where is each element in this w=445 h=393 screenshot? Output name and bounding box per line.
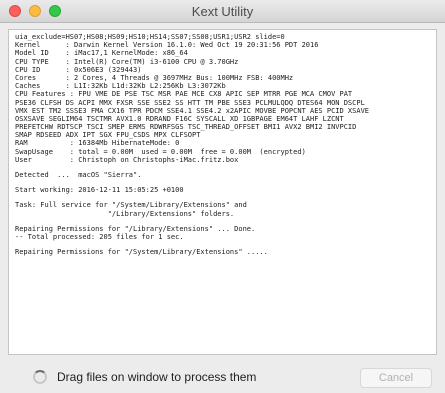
- cancel-button[interactable]: Cancel: [360, 368, 432, 388]
- log-line: Caches : L1I:32Kb L1d:32Kb L2:256Kb L3:3…: [15, 82, 226, 91]
- log-line: CPU Features : FPU VME DE PSE TSC MSR PA…: [15, 90, 353, 99]
- log-line: VMX EST TM2 SSSE3 FMA CX16 TPR PDCM SSE4…: [15, 106, 370, 115]
- log-line: OSXSAVE SEGLIM64 TSCTMR AVX1.0 RDRAND F1…: [15, 114, 344, 123]
- log-line: User : Christoph on Christophs-iMac.frit…: [15, 155, 239, 164]
- log-line: uia_exclude=HS07;HS08;HS09;HS10;HS14;SS0…: [15, 33, 285, 41]
- log-line: Model ID : iMac17,1 KernelMode: x86_64: [15, 49, 188, 58]
- log-line: SMAP RDSEED ADX IPT SGX FPU_CSDS MPX CLF…: [15, 131, 201, 140]
- status-text: Drag files on window to process them: [57, 370, 257, 384]
- title-bar[interactable]: Kext Utility: [0, 0, 445, 23]
- window-title: Kext Utility: [191, 4, 254, 19]
- log-line: Detected ... macOS "Sierra".: [15, 171, 142, 179]
- log-output-area[interactable]: uia_exclude=HS07;HS08;HS09;HS10;HS14;SS0…: [8, 29, 437, 355]
- log-line: RAM : 16384Mb HibernateMode: 0: [15, 139, 180, 148]
- log-line: -- Total processed: 205 files for 1 sec.: [15, 232, 184, 241]
- log-line: Repairing Permissions for "/System/Libra…: [15, 248, 268, 257]
- bottom-status-bar: Drag files on window to process them Can…: [0, 361, 445, 393]
- log-line: SwapUsage : total = 0.00M used = 0.00M f…: [15, 147, 306, 156]
- log-line: PREFETCHW RDTSCP TSCI SMEP ERMS RDWRFSGS…: [15, 123, 357, 132]
- progress-spinner-icon: [33, 370, 47, 384]
- log-line: Repairing Permissions for "/Library/Exte…: [15, 224, 256, 233]
- log-line: CPU TYPE : Intel(R) Core(TM) i3-6100 CPU…: [15, 57, 239, 66]
- log-line: "/Library/Extensions" folders.: [15, 209, 235, 218]
- log-line: Kernel : Darwin Kernel Version 16.1.0: W…: [15, 41, 319, 50]
- log-line: Start working: 2016-12-11 15:05:25 +0100: [15, 186, 184, 195]
- log-line: Cores : 2 Cores, 4 Threads @ 3697MHz Bus…: [15, 73, 294, 82]
- log-line: PSE36 CLFSH DS ACPI MMX FXSR SSE SSE2 SS…: [15, 98, 365, 107]
- app-window: Kext Utility uia_exclude=HS07;HS08;HS09;…: [0, 0, 445, 393]
- log-line: Task: Full service for "/System/Library/…: [15, 201, 247, 210]
- log-line: CPU ID : 0x506E3 (329443): [15, 65, 142, 74]
